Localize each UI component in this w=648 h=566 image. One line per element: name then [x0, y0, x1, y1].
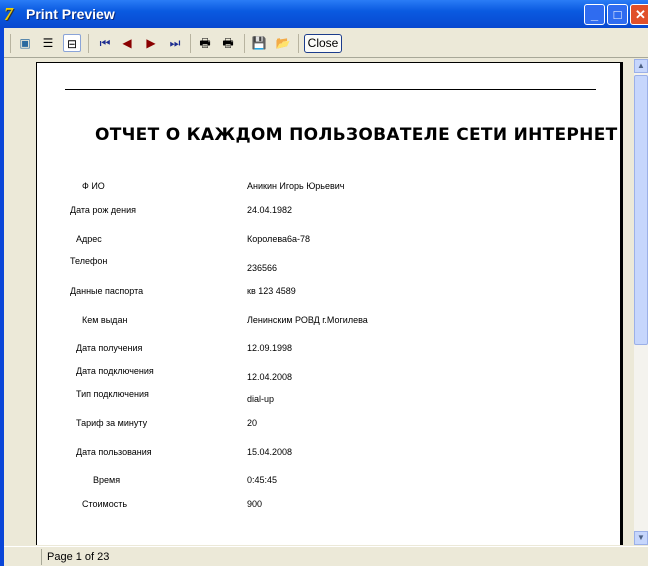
scroll-down-icon[interactable]: ▼ — [634, 531, 648, 545]
printer-setup-icon[interactable]: 🖶 — [196, 34, 214, 52]
field-label: Стоимость — [82, 499, 128, 509]
header-rule — [65, 89, 596, 90]
field-value: 20 — [247, 418, 258, 428]
preview-area: ОТЧЕТ О КАЖДОМ ПОЛЬЗОВАТЕЛЕ СЕТИ ИНТЕРНЕ… — [4, 59, 634, 545]
open-icon[interactable]: 📂 — [274, 34, 292, 52]
field-label: Данные паспорта — [70, 286, 144, 296]
save-icon[interactable]: 💾 — [250, 34, 268, 52]
field-label: Тип подключения — [76, 389, 149, 399]
field-value: 24.04.1982 — [247, 205, 293, 215]
scroll-thumb[interactable] — [634, 75, 648, 345]
separator — [190, 34, 191, 53]
field-label: Дата пользования — [76, 447, 152, 457]
field-label: Дата рож дения — [70, 205, 136, 215]
vertical-scrollbar[interactable]: ▲ ▼ — [634, 59, 648, 545]
whole-page-icon[interactable]: ▣ — [16, 34, 34, 52]
minimize-button[interactable]: _ — [584, 4, 605, 25]
field-label: Адрес — [76, 234, 102, 244]
field-value: кв 123 4589 — [247, 286, 296, 296]
first-page-icon[interactable]: ⏮ — [96, 34, 114, 52]
last-page-icon[interactable]: ⏭ — [166, 34, 184, 52]
field-value: 12.04.2008 — [247, 372, 293, 382]
field-value: dial-up — [247, 394, 275, 404]
toolbar: ▣ ☰ ⊟ ⏮ ◀ ▶ ⏭ 🖶 🖶 💾 📂 Close — [4, 28, 648, 58]
page-width-icon[interactable]: ☰ — [39, 34, 57, 52]
field-label: Телефон — [70, 256, 108, 266]
title-bar: 7 Print Preview _ □ ✕ — [0, 0, 648, 28]
field-value: 236566 — [247, 263, 278, 273]
field-value: 0:45:45 — [247, 475, 278, 485]
status-bar: Page 1 of 23 — [4, 546, 648, 566]
next-page-icon[interactable]: ▶ — [142, 34, 160, 52]
window-title: Print Preview — [26, 6, 115, 22]
zoom-100-icon[interactable]: ⊟ — [63, 34, 81, 52]
separator — [298, 34, 299, 53]
field-label: Кем выдан — [82, 315, 128, 325]
app-logo-icon: 7 — [4, 4, 13, 24]
separator — [88, 34, 89, 53]
print-icon[interactable]: 🖶 — [219, 34, 237, 52]
page-indicator: Page 1 of 23 — [41, 549, 109, 565]
field-label: Дата получения — [76, 343, 143, 353]
field-value: Королева6а-78 — [247, 234, 311, 244]
report-page: ОТЧЕТ О КАЖДОМ ПОЛЬЗОВАТЕЛЕ СЕТИ ИНТЕРНЕ… — [36, 62, 623, 545]
close-window-button[interactable]: ✕ — [630, 4, 648, 25]
report-title: ОТЧЕТ О КАЖДОМ ПОЛЬЗОВАТЕЛЕ СЕТИ ИНТЕРНЕ… — [95, 125, 618, 145]
prev-page-icon[interactable]: ◀ — [118, 34, 136, 52]
separator — [10, 34, 11, 53]
field-label: Дата подключения — [76, 366, 154, 376]
scroll-up-icon[interactable]: ▲ — [634, 59, 648, 73]
field-value: 12.09.1998 — [247, 343, 293, 353]
separator — [244, 34, 245, 53]
maximize-button[interactable]: □ — [607, 4, 628, 25]
field-label: Тариф за минуту — [76, 418, 148, 428]
field-value: Аникин Игорь Юрьевич — [247, 181, 345, 191]
field-value: 900 — [247, 499, 263, 509]
field-label: Ф ИО — [82, 181, 105, 191]
field-value: Ленинским РОВД г.Могилева — [247, 315, 368, 325]
close-button[interactable]: Close — [304, 34, 342, 53]
field-value: 15.04.2008 — [247, 447, 293, 457]
preview-window: ▣ ☰ ⊟ ⏮ ◀ ▶ ⏭ 🖶 🖶 💾 📂 Close ОТЧЕТ О КАЖД… — [4, 28, 648, 566]
field-label: Время — [93, 475, 121, 485]
